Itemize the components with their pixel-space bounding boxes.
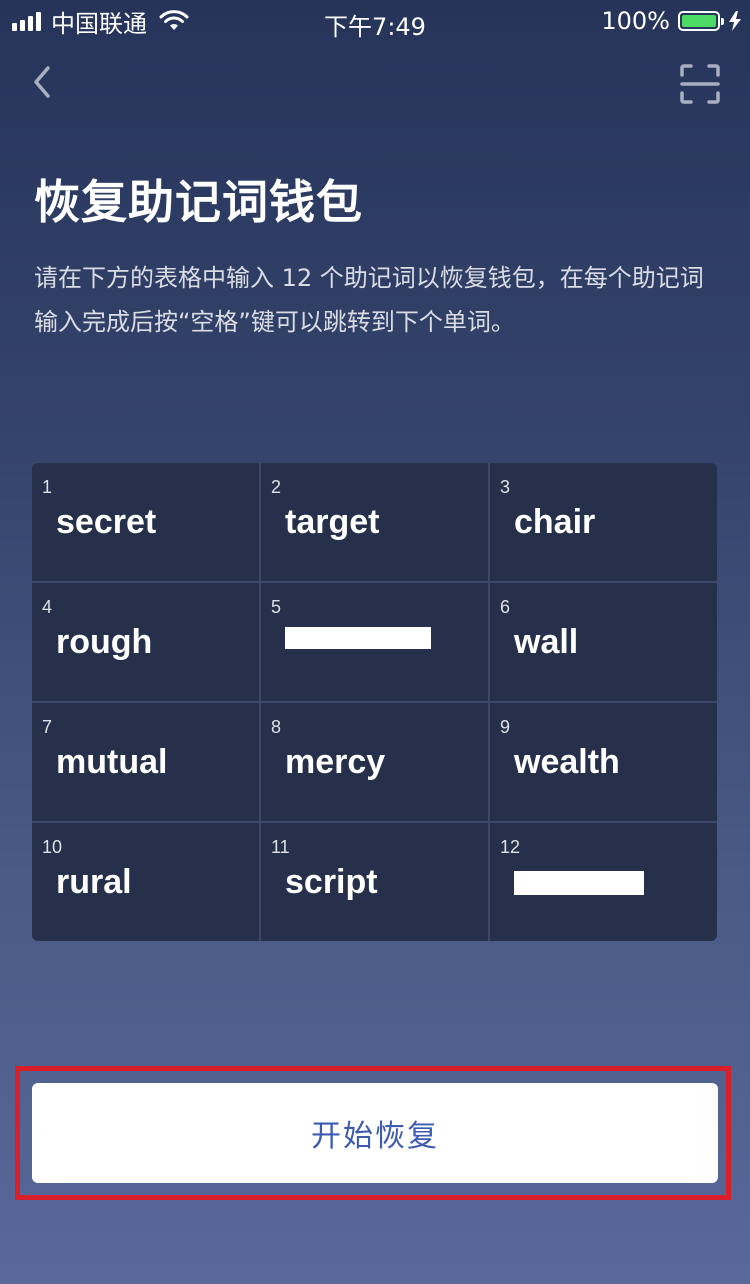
word-index: 7 [42,717,53,737]
scan-button[interactable] [680,64,720,104]
mnemonic-cell-12[interactable]: 12 [490,823,717,941]
word-text: wealth [514,743,620,781]
mnemonic-cell-2[interactable]: 2 target [261,463,488,581]
word-index: 12 [500,837,521,857]
word-text: script [285,863,378,901]
mnemonic-cell-5[interactable]: 5 [261,583,488,701]
word-index: 5 [271,597,282,617]
redaction-box [285,627,431,649]
start-recovery-button[interactable]: 开始恢复 [32,1083,718,1183]
page-description: 请在下方的表格中输入 12 个助记词以恢复钱包，在每个助记词输入完成后按“空格”… [34,264,704,336]
mnemonic-cell-10[interactable]: 10 rural [32,823,259,941]
mnemonic-grid: 1 secret 2 target 3 chair 4 rough 5 6 wa… [32,463,717,941]
mnemonic-cell-11[interactable]: 11 script [261,823,488,941]
mnemonic-cell-7[interactable]: 7 mutual [32,703,259,821]
word-text: target [285,503,380,541]
word-text: mutual [56,743,168,781]
battery-nub [721,18,724,25]
chevron-left-icon [34,66,50,98]
word-text: wall [514,623,579,661]
battery-percent: 100% [601,7,670,35]
back-button[interactable] [28,62,58,102]
word-text: chair [514,503,596,541]
word-text: mercy [285,743,386,781]
word-index: 9 [500,717,511,737]
status-bar: 中国联通 下午7:49 100% [0,0,750,42]
word-text: rough [56,623,153,661]
word-text: rural [56,863,132,901]
mnemonic-cell-8[interactable]: 8 mercy [261,703,488,821]
word-index: 8 [271,717,282,737]
word-index: 1 [42,477,53,497]
mnemonic-cell-4[interactable]: 4 rough [32,583,259,701]
word-index: 11 [271,837,290,857]
mnemonic-cell-6[interactable]: 6 wall [490,583,717,701]
word-index: 4 [42,597,53,617]
word-index: 3 [500,477,511,497]
page-title: 恢复助记词钱包 [34,175,363,229]
scan-icon [680,64,720,104]
mnemonic-cell-9[interactable]: 9 wealth [490,703,717,821]
word-text: secret [56,503,157,541]
battery-fill [682,15,716,27]
status-right: 100% [601,7,742,35]
word-index: 6 [500,597,511,617]
battery-icon [678,11,724,31]
word-index: 10 [42,837,63,857]
mnemonic-cell-3[interactable]: 3 chair [490,463,717,581]
word-index: 2 [271,477,282,497]
redaction-box [514,871,644,895]
mnemonic-cell-1[interactable]: 1 secret [32,463,259,581]
charging-icon [729,11,741,31]
